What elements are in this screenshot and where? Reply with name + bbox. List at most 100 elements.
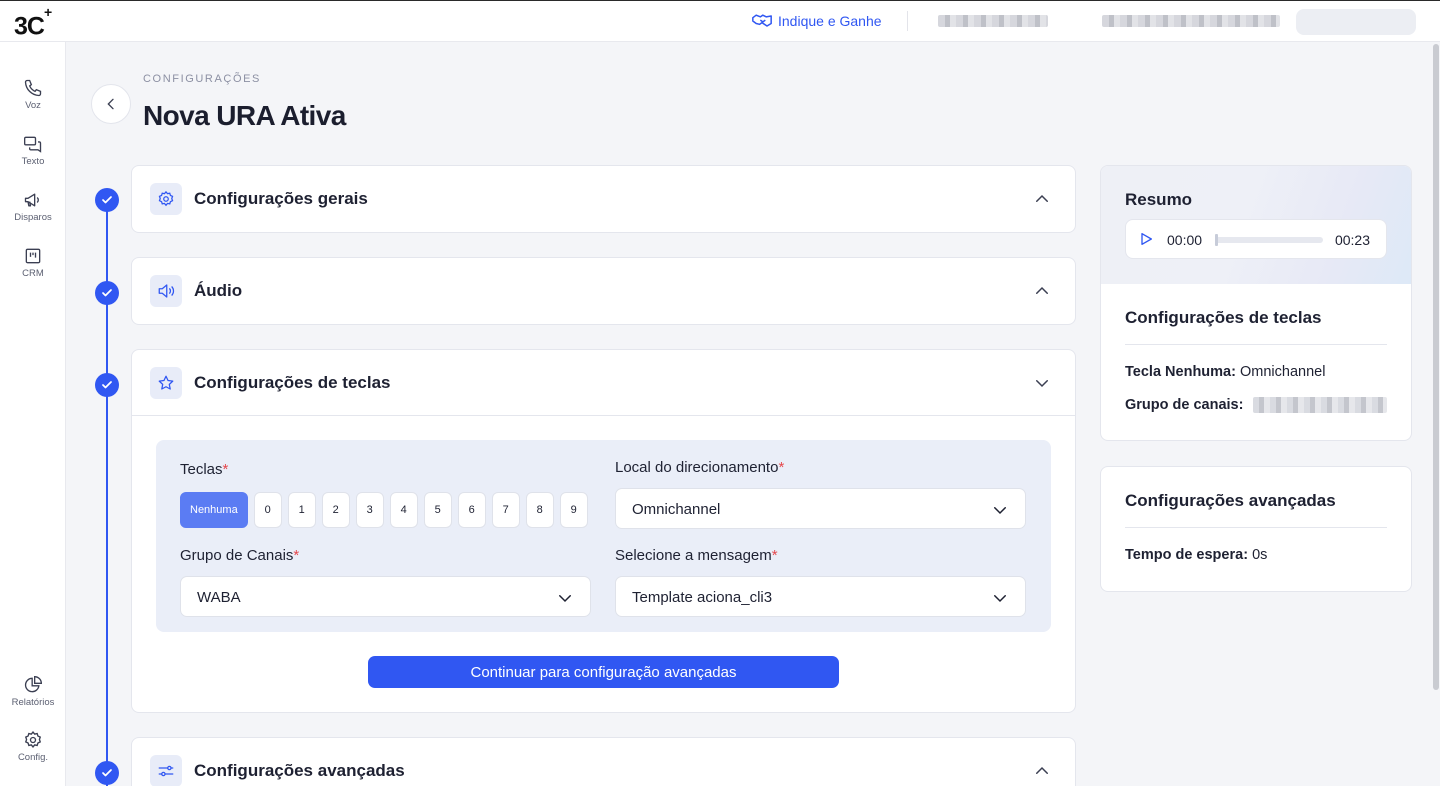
sidebar-item-label: Relatórios xyxy=(11,697,55,708)
chevron-down-icon xyxy=(1036,380,1048,388)
pie-chart-icon xyxy=(24,675,43,693)
sidebar-item-label: Disparos xyxy=(14,212,52,223)
redacted-company-name xyxy=(1102,15,1280,27)
key-option-2[interactable]: 2 xyxy=(321,492,350,528)
summary-panel: Resumo 00:00 00:23 Configurações de tecl… xyxy=(1100,165,1412,441)
page-title: Nova URA Ativa xyxy=(143,100,346,131)
kanban-icon xyxy=(25,248,41,264)
sidebar-item-voz[interactable]: Voz xyxy=(0,78,66,111)
section-title: Configurações gerais xyxy=(194,189,368,208)
sidebar-item-crm[interactable]: CRM xyxy=(0,246,66,279)
key-option-3[interactable]: 3 xyxy=(355,492,384,528)
chevron-down-icon xyxy=(559,595,571,603)
step-check-general xyxy=(95,188,119,212)
sliders-icon xyxy=(158,765,174,777)
sidebar-item-label: Config. xyxy=(17,752,49,763)
channels-select[interactable]: WABA xyxy=(180,576,591,617)
audio-player: 00:00 00:23 xyxy=(1125,219,1387,259)
breadcrumb: CONFIGURAÇÕES xyxy=(143,73,261,85)
key-option-none[interactable]: Nenhuma xyxy=(180,492,248,528)
key-option-5[interactable]: 5 xyxy=(423,492,452,528)
check-icon xyxy=(102,196,112,204)
summary-title: Resumo xyxy=(1125,190,1193,209)
key-option-9[interactable]: 9 xyxy=(559,492,588,528)
keys-label: Teclas* xyxy=(180,461,229,478)
key-option-8[interactable]: 8 xyxy=(525,492,554,528)
check-icon xyxy=(102,769,112,777)
section-keys-header[interactable]: Configurações de teclas xyxy=(132,350,1075,416)
section-icon-box xyxy=(150,183,182,215)
page-scrollbar[interactable] xyxy=(1433,44,1439,690)
chevron-up-icon xyxy=(1036,766,1048,774)
step-check-advanced xyxy=(95,761,119,785)
summary-divider xyxy=(1125,527,1387,528)
channels-value: WABA xyxy=(197,589,241,606)
topbar-divider xyxy=(907,11,908,31)
key-option-6[interactable]: 6 xyxy=(457,492,486,528)
direction-label: Local do direcionamento* xyxy=(615,459,785,476)
brand-logo[interactable]: 3C+ xyxy=(14,5,52,39)
step-check-audio xyxy=(95,281,119,305)
section-title: Configurações avançadas xyxy=(194,761,405,780)
referral-link[interactable]: Indique e Ganhe xyxy=(752,13,882,29)
player-current-time: 00:00 xyxy=(1167,232,1203,248)
channels-label: Grupo de Canais* xyxy=(180,547,300,564)
section-icon-box xyxy=(150,755,182,786)
megaphone-icon xyxy=(24,193,39,207)
sidebar: Voz Texto Disparos CRM Relatórios Config… xyxy=(0,42,66,786)
player-progress-track[interactable] xyxy=(1215,234,1323,246)
section-keys: Configurações de teclas Teclas* Nenhuma … xyxy=(131,349,1076,713)
chevron-down-icon xyxy=(994,507,1006,515)
key-option-4[interactable]: 4 xyxy=(389,492,418,528)
section-advanced-header[interactable]: Configurações avançadas xyxy=(132,738,1075,786)
sidebar-item-label: CRM xyxy=(22,268,44,279)
top-bar: 3C+ Indique e Ganhe xyxy=(0,0,1440,42)
chevron-left-icon xyxy=(107,98,114,110)
section-advanced: Configurações avançadas xyxy=(131,737,1076,786)
message-select[interactable]: Template aciona_cli3 xyxy=(615,576,1026,617)
direction-select[interactable]: Omnichannel xyxy=(615,488,1026,529)
section-general: Configurações gerais xyxy=(131,165,1076,233)
player-duration: 00:23 xyxy=(1334,232,1370,248)
key-option-0[interactable]: 0 xyxy=(253,492,282,528)
message-value: Template aciona_cli3 xyxy=(632,589,773,606)
chat-icon xyxy=(24,136,42,153)
sidebar-item-disparos[interactable]: Disparos xyxy=(0,190,66,223)
key-option-7[interactable]: 7 xyxy=(491,492,520,528)
gear-icon xyxy=(24,731,42,748)
sidebar-item-texto[interactable]: Texto xyxy=(0,134,66,167)
section-general-header[interactable]: Configurações gerais xyxy=(132,166,1075,232)
key-selector: Nenhuma 0 1 2 3 4 5 6 7 8 9 xyxy=(180,492,588,528)
summary-key-row: Tecla Nenhuma: Omnichannel xyxy=(1125,364,1326,380)
section-audio: Áudio xyxy=(131,257,1076,325)
section-audio-header[interactable]: Áudio xyxy=(132,258,1075,324)
handshake-icon xyxy=(752,14,772,27)
referral-label: Indique e Ganhe xyxy=(778,13,882,29)
star-icon xyxy=(158,375,174,390)
chevron-up-icon xyxy=(1036,194,1048,202)
sidebar-item-config[interactable]: Config. xyxy=(0,730,66,763)
check-icon xyxy=(102,381,112,389)
message-label: Selecione a mensagem* xyxy=(615,547,778,564)
back-button[interactable] xyxy=(91,84,131,124)
redacted-channel-group xyxy=(1253,397,1387,413)
continue-button[interactable]: Continuar para configuração avançadas xyxy=(368,656,839,688)
section-title: Áudio xyxy=(194,281,243,300)
redacted-account-pill[interactable] xyxy=(1296,9,1416,35)
section-icon-box xyxy=(150,275,182,307)
direction-value: Omnichannel xyxy=(632,501,721,518)
speaker-icon xyxy=(158,284,175,298)
player-progress-handle[interactable] xyxy=(1215,234,1218,246)
phone-icon xyxy=(24,79,42,97)
play-icon[interactable] xyxy=(1138,231,1154,247)
redacted-user-name xyxy=(938,15,1048,27)
sidebar-item-relatorios[interactable]: Relatórios xyxy=(0,675,66,708)
gear-icon xyxy=(158,190,174,207)
summary-divider xyxy=(1125,344,1387,345)
sidebar-item-label: Voz xyxy=(25,100,41,111)
chevron-up-icon xyxy=(1036,286,1048,294)
chevron-down-icon xyxy=(994,595,1006,603)
sidebar-item-label: Texto xyxy=(21,156,45,167)
check-icon xyxy=(102,289,112,297)
key-option-1[interactable]: 1 xyxy=(287,492,316,528)
